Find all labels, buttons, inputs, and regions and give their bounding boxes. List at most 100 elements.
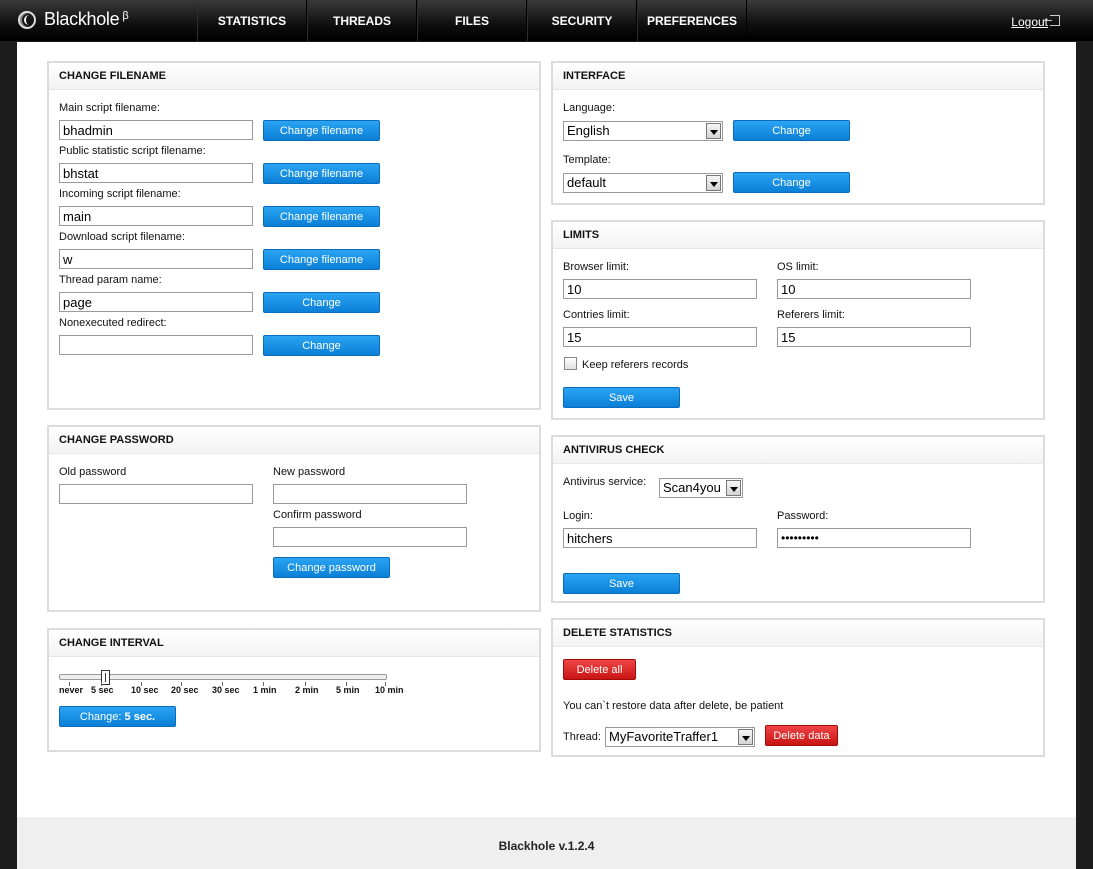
countries-limit-input[interactable] (563, 327, 757, 347)
antivirus-panel: ANTIVIRUS CHECK Antivirus service: Scan4… (551, 435, 1045, 603)
save-antivirus-button[interactable]: Save (563, 573, 680, 594)
thread-select[interactable]: MyFavoriteTraffer1 (605, 727, 755, 747)
chevron-down-icon[interactable] (738, 729, 753, 745)
os-limit-label: OS limit: (777, 261, 819, 273)
confirm-password-label: Confirm password (273, 509, 362, 521)
referers-limit-label: Referers limit: (777, 309, 845, 321)
panel-title: ANTIVIRUS CHECK (553, 437, 1043, 464)
chevron-down-icon[interactable] (706, 123, 721, 139)
app-name: Blackhole (44, 9, 120, 29)
nav-security[interactable]: SECURITY (527, 0, 637, 41)
top-navigation-bar: Blackhole β STATISTICS THREADS FILES SEC… (0, 0, 1093, 41)
confirm-password-input[interactable] (273, 527, 467, 547)
nonexecuted-redirect-input[interactable] (59, 335, 253, 355)
interval-tick-label[interactable]: never (59, 685, 83, 695)
panel-title: CHANGE INTERVAL (49, 630, 539, 657)
nav-preferences[interactable]: PREFERENCES (637, 0, 747, 41)
nav-files[interactable]: FILES (417, 0, 527, 41)
language-select[interactable]: English (563, 121, 723, 141)
logout-link[interactable]: Logout (1011, 15, 1048, 29)
change-incoming-script-button[interactable]: Change filename (263, 206, 380, 227)
change-public-stat-script-button[interactable]: Change filename (263, 163, 380, 184)
interval-tick-label[interactable]: 5 min (336, 685, 360, 695)
main-script-input[interactable] (59, 120, 253, 140)
os-limit-input[interactable] (777, 279, 971, 299)
interval-tick-label[interactable]: 20 sec (171, 685, 199, 695)
beta-mark: β (122, 9, 129, 22)
panel-title: CHANGE PASSWORD (49, 427, 539, 454)
old-password-input[interactable] (59, 484, 253, 504)
change-download-script-button[interactable]: Change filename (263, 249, 380, 270)
footer: Blackhole v.1.2.4 (17, 817, 1076, 869)
change-nonexecuted-redirect-button[interactable]: Change (263, 335, 380, 356)
change-language-button[interactable]: Change (733, 120, 850, 141)
change-interval-button[interactable]: Change: 5 sec. (59, 706, 176, 727)
password-input[interactable]: ••••••••• (777, 528, 971, 548)
interval-tick-label[interactable]: 5 sec (91, 685, 114, 695)
antivirus-service-label: Antivirus service: (563, 476, 647, 488)
change-password-panel: CHANGE PASSWORD Old password New passwor… (47, 425, 541, 612)
change-main-script-button[interactable]: Change filename (263, 120, 380, 141)
keep-referers-label: Keep referers records (582, 359, 689, 371)
download-script-label: Download script filename: (59, 231, 185, 243)
nonexecuted-redirect-label: Nonexecuted redirect: (59, 317, 167, 329)
change-password-button[interactable]: Change password (273, 557, 390, 578)
save-limits-button[interactable]: Save (563, 387, 680, 408)
change-thread-param-button[interactable]: Change (263, 292, 380, 313)
thread-param-input[interactable] (59, 292, 253, 312)
old-password-label: Old password (59, 466, 127, 478)
main-nav: STATISTICS THREADS FILES SECURITY PREFER… (197, 0, 747, 41)
change-filename-panel: CHANGE FILENAME Main script filename: Ch… (47, 61, 541, 410)
change-interval-prefix: Change: (79, 711, 125, 723)
chevron-down-icon[interactable] (726, 480, 741, 496)
delete-data-button[interactable]: Delete data (765, 725, 838, 746)
browser-limit-input[interactable] (563, 279, 757, 299)
keep-referers-checkbox[interactable] (564, 357, 577, 370)
interface-panel: INTERFACE Language: English Change Templ… (551, 61, 1045, 205)
thread-value: MyFavoriteTraffer1 (609, 729, 719, 744)
login-label: Login: (563, 510, 593, 522)
interval-tick-label[interactable]: 10 sec (131, 685, 159, 695)
language-label: Language: (563, 102, 615, 114)
countries-limit-label: Contries limit: (563, 309, 630, 321)
interval-tick-label[interactable]: 30 sec (212, 685, 240, 695)
nav-threads[interactable]: THREADS (307, 0, 417, 41)
language-value: English (567, 123, 610, 138)
delete-all-button[interactable]: Delete all (563, 659, 636, 680)
incoming-script-input[interactable] (59, 206, 253, 226)
template-value: default (567, 175, 607, 190)
change-interval-value: 5 sec. (124, 711, 156, 723)
antivirus-service-select[interactable]: Scan4you (659, 478, 743, 498)
password-label: Password: (777, 510, 829, 522)
nav-statistics[interactable]: STATISTICS (197, 0, 307, 41)
delete-warning-text: You can`t restore data after delete, be … (563, 700, 784, 712)
panel-title: CHANGE FILENAME (49, 63, 539, 90)
interval-tick-label[interactable]: 1 min (253, 685, 277, 695)
chevron-down-icon[interactable] (706, 175, 721, 191)
referers-limit-input[interactable] (777, 327, 971, 347)
change-template-button[interactable]: Change (733, 172, 850, 193)
login-input[interactable] (563, 528, 757, 548)
panel-title: LIMITS (553, 222, 1043, 249)
limits-panel: LIMITS Browser limit: OS limit: Contries… (551, 220, 1045, 420)
interval-tick-label[interactable]: 2 min (295, 685, 319, 695)
thread-label: Thread: (563, 731, 601, 743)
browser-limit-label: Browser limit: (563, 261, 630, 273)
app-logo[interactable]: Blackhole β (18, 9, 129, 30)
interval-slider-handle[interactable] (101, 670, 110, 685)
incoming-script-label: Incoming script filename: (59, 188, 181, 200)
antivirus-service-value: Scan4you (663, 480, 721, 495)
interval-tick-label[interactable]: 10 min (375, 685, 404, 695)
main-script-label: Main script filename: (59, 102, 160, 114)
template-select[interactable]: default (563, 173, 723, 193)
delete-statistics-panel: DELETE STATISTICS Delete all You can`t r… (551, 618, 1045, 757)
download-script-input[interactable] (59, 249, 253, 269)
new-password-input[interactable] (273, 484, 467, 504)
blackhole-logo-icon (18, 10, 36, 29)
new-password-label: New password (273, 466, 346, 478)
thread-param-label: Thread param name: (59, 274, 162, 286)
version-label: Blackhole v.1.2.4 (498, 839, 595, 853)
logout-icon[interactable] (1044, 15, 1060, 26)
public-stat-script-input[interactable] (59, 163, 253, 183)
panel-title: INTERFACE (553, 63, 1043, 90)
